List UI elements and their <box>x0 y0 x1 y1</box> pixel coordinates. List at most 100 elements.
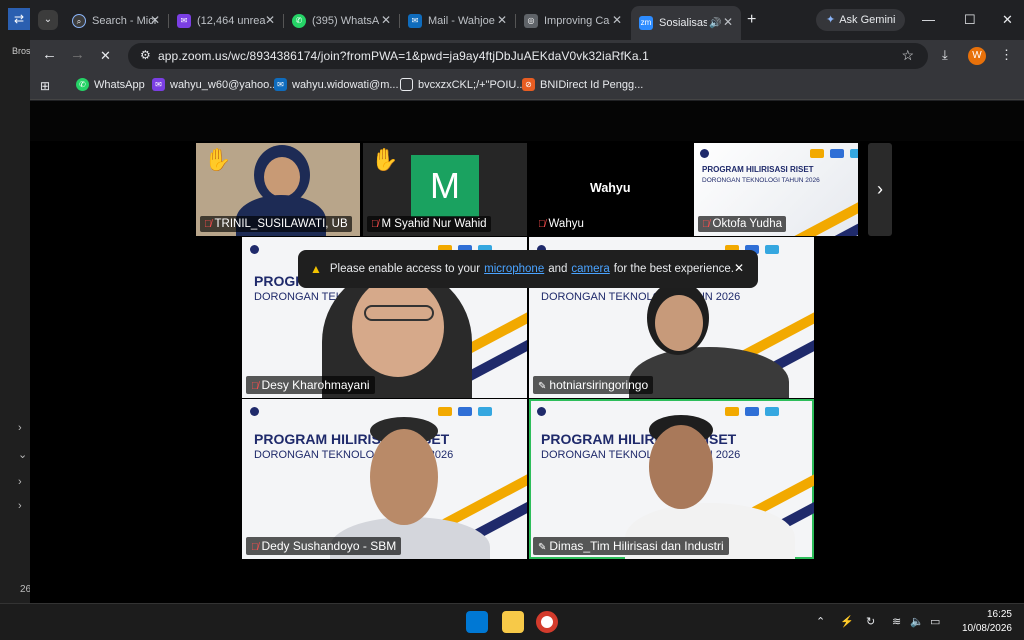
participant-name: 🎙̸ Wahyu <box>534 216 588 232</box>
video-tile-dimas-active-speaker[interactable]: PROGRAM HILIRISASI RISET DORONGAN TEKNOL… <box>529 399 814 559</box>
outlook-icon: ✉ <box>408 14 422 28</box>
url-text[interactable]: app.zoom.us/wc/8934386174/join?fromPWA=1… <box>158 49 649 63</box>
browser-window: ⌄ ⌕ Search - Micr ✕ ✉ (12,464 unrea ✕ ✆ … <box>30 0 1024 603</box>
desktop-icon-label: Bros <box>12 46 31 56</box>
site-info-icon[interactable]: ⚙ <box>140 48 151 62</box>
chrome-icon[interactable] <box>536 611 558 633</box>
stop-loading-icon[interactable]: ✕ <box>100 48 111 64</box>
bookmark-star-icon[interactable]: ☆ <box>901 47 914 64</box>
bookmark-whatsapp[interactable]: ✆ WhatsApp <box>76 78 145 91</box>
close-icon[interactable]: ✕ <box>723 15 733 29</box>
mail-icon: ✉ <box>177 14 191 28</box>
camera-link[interactable]: camera <box>571 263 609 275</box>
tab-label: (12,464 unrea <box>197 15 266 27</box>
bookmark-label: BNIDirect Id Pengg... <box>540 78 644 91</box>
chevron-right-icon[interactable]: › <box>18 422 22 434</box>
tab-zoom-active[interactable]: zm Sosialisas 🔊 ✕ <box>631 6 741 40</box>
desktop-left-strip: ⇄ Bros › ⌄ › › 26 <box>0 0 31 603</box>
tab-whatsapp[interactable]: ✆ (395) WhatsA ✕ <box>284 8 399 34</box>
tab-yahoo-mail[interactable]: ✉ (12,464 unrea ✕ <box>169 8 283 34</box>
sync-icon[interactable]: ↻ <box>866 615 875 628</box>
tab-label: (395) WhatsA <box>312 15 380 27</box>
battery-icon[interactable]: ▭ <box>930 615 940 628</box>
chevron-right-icon[interactable]: › <box>18 500 22 512</box>
microphone-link[interactable]: microphone <box>484 263 544 275</box>
participant-name: ✎ Dimas_Tim Hilirisasi dan Industri <box>533 537 729 555</box>
folder-icon <box>400 78 413 91</box>
participant-name: 🎙̸ M Syahid Nur Wahid <box>367 216 491 232</box>
menu-icon[interactable]: ⋮ <box>1000 47 1013 63</box>
close-window-icon[interactable]: ✕ <box>1002 12 1013 28</box>
chevron-down-icon[interactable]: ⌄ <box>18 448 27 461</box>
permission-notice: ▲ Please enable access to your microphon… <box>298 250 758 288</box>
bookmark-bnidirect[interactable]: ⊘ BNIDirect Id Pengg... <box>522 78 643 91</box>
video-tile-dedy[interactable]: PROGRAM HILIRISASI RISET DORONGAN TEKNOL… <box>242 399 527 559</box>
close-icon[interactable]: ✕ <box>497 13 507 27</box>
close-icon[interactable]: ✕ <box>381 13 391 27</box>
download-icon[interactable]: ⤓ <box>942 47 948 63</box>
notice-text: and <box>548 263 568 275</box>
outlook-icon: ✉ <box>274 78 287 91</box>
volume-icon[interactable]: 🔈 <box>910 615 924 628</box>
start-menu-icon[interactable] <box>466 611 488 633</box>
bni-icon: ⊘ <box>522 78 535 91</box>
pin-icon: ✎ <box>538 381 547 392</box>
thumbnail-oktofa[interactable]: PROGRAM HILIRISASI RISET DORONGAN TEKNOL… <box>694 143 858 236</box>
gemini-label: Ask Gemini <box>839 14 896 26</box>
forward-icon[interactable]: → <box>70 46 85 63</box>
participant-name: 🎙̸ Desy Kharohmayani <box>246 376 375 394</box>
tab-label: Improving Ca <box>544 15 610 27</box>
bookmark-outlook-mail[interactable]: ✉ wahyu.widowati@m... <box>274 78 399 91</box>
ask-gemini-button[interactable]: ✦ Ask Gemini <box>816 9 906 31</box>
tab-search[interactable]: ⌕ Search - Micr ✕ <box>64 8 168 34</box>
tab-improving[interactable]: ◎ Improving Ca ✕ <box>516 8 630 34</box>
profile-avatar[interactable]: W <box>968 47 986 65</box>
bookmark-label: bvcxzxCKL;/+"POIU... <box>418 78 526 91</box>
file-explorer-icon[interactable] <box>502 611 524 633</box>
chevron-right-icon[interactable]: › <box>18 476 22 488</box>
apps-grid-icon[interactable]: ⊞ <box>40 79 50 93</box>
bookmark-yahoo-mail[interactable]: ✉ wahyu_w60@yahoo... <box>152 78 278 91</box>
next-page-icon[interactable]: › <box>868 143 892 236</box>
slide-subtitle: DORONGAN TEKNOLOGI TAHUN 2026 <box>541 291 741 303</box>
close-icon[interactable]: ✕ <box>612 13 622 27</box>
mic-off-icon: 🎙̸ <box>371 219 379 230</box>
participant-name: 🎙̸ Oktofa Yudha <box>698 216 786 232</box>
zoom-meeting-view: ✋ 🎙̸ TRINIL_SUSILAWATI, UB ✋ M 🎙̸ M Syahid… <box>30 101 1024 603</box>
tab-label: Sosialisas <box>659 17 707 29</box>
address-bar[interactable]: ⚙ app.zoom.us/wc/8934386174/join?fromPWA… <box>128 43 928 69</box>
speaker-icon[interactable]: 🔊 <box>709 18 721 29</box>
close-icon[interactable]: ✕ <box>150 13 160 27</box>
bookmark-folder[interactable]: bvcxzxCKL;/+"POIU... <box>400 78 526 91</box>
raised-hand-icon: ✋ <box>371 147 399 172</box>
minimize-icon[interactable]: — <box>922 12 935 27</box>
chevron-up-icon[interactable]: ⌃ <box>816 615 825 628</box>
thumbnail-wahyu[interactable]: Wahyu 🎙̸ Wahyu <box>530 143 692 236</box>
windows-taskbar: ⌃ ⚡ ↻ ≋ 🔈 ▭ 16:25 10/08/2026 <box>0 603 1024 640</box>
participant-name: 🎙̸ Dedy Sushandoyo - SBM <box>246 537 402 555</box>
bookmark-label: WhatsApp <box>94 78 145 91</box>
desktop-app-icon[interactable]: ⇄ <box>8 8 30 30</box>
globe-icon: ◎ <box>524 14 538 28</box>
whatsapp-icon: ✆ <box>292 14 306 28</box>
glasses <box>364 305 434 321</box>
tab-search-icon[interactable]: ⌄ <box>38 10 58 30</box>
raised-hand-icon: ✋ <box>204 147 232 172</box>
clock-time: 16:25 <box>986 609 1012 620</box>
slide-subtitle: DORONGAN TEKNOLOGI TAHUN 2026 <box>702 177 820 184</box>
back-icon[interactable]: ← <box>42 46 57 63</box>
hidden-icons-icon[interactable]: ⚡ <box>840 615 854 628</box>
slide-title: PROGRAM HILIRISASI RISET <box>702 165 814 174</box>
system-clock[interactable]: 16:25 10/08/2026 <box>962 608 1012 636</box>
new-tab-button[interactable]: + <box>747 11 756 29</box>
tab-outlook-mail[interactable]: ✉ Mail - Wahjoe ✕ <box>400 8 515 34</box>
close-icon[interactable]: ✕ <box>265 13 275 27</box>
thumbnail-syahid[interactable]: ✋ M 🎙̸ M Syahid Nur Wahid <box>363 143 527 236</box>
avatar: M <box>411 155 479 217</box>
participant-display-name: Wahyu <box>590 181 631 195</box>
search-icon: ⌕ <box>72 14 86 28</box>
maximize-icon[interactable]: ☐ <box>964 12 976 28</box>
wifi-icon[interactable]: ≋ <box>892 615 901 628</box>
close-icon[interactable]: ✕ <box>734 261 744 275</box>
thumbnail-trinil[interactable]: ✋ 🎙̸ TRINIL_SUSILAWATI, UB <box>196 143 360 236</box>
